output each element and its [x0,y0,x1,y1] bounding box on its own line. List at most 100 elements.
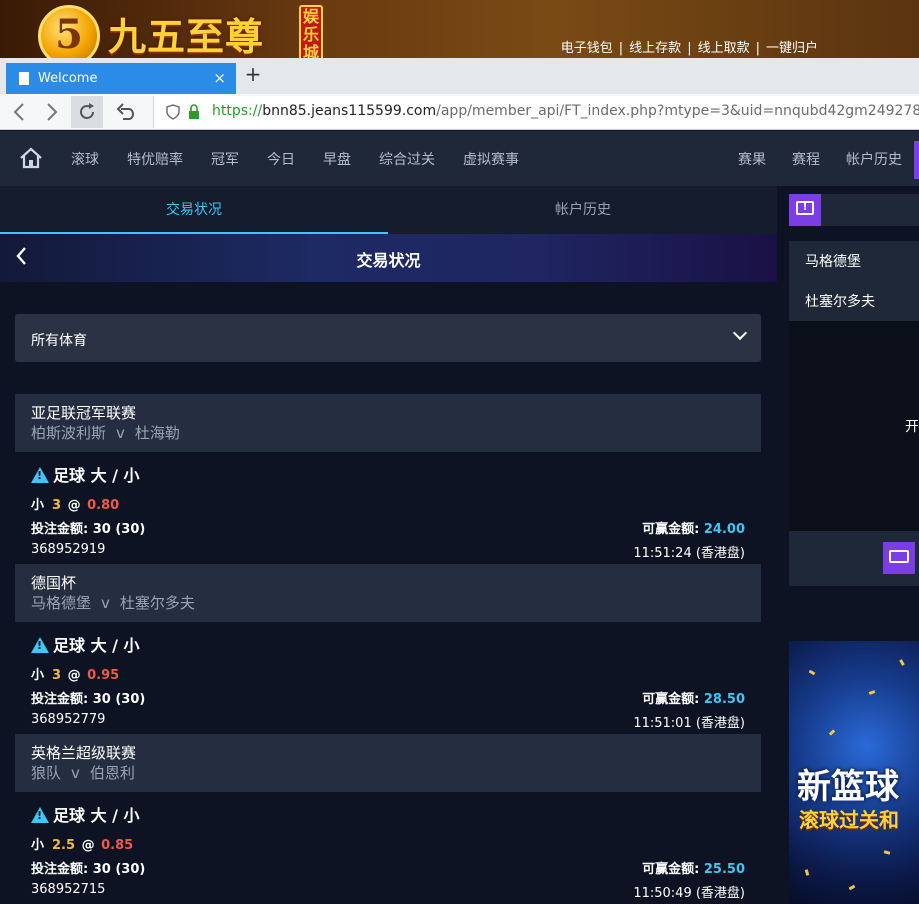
at-sign: @ [67,498,81,513]
away-team: 杜塞尔多夫 [119,594,195,612]
main-panel: 交易状况 帐户历史 交易状况 所有体育 亚足联冠军联赛 柏斯波利斯 v 杜海勒 足球… [0,186,777,904]
stake-label: 投注金额: [31,522,89,537]
bet-type-label: 足球 大 / 小 [53,806,140,825]
bet-type: 足球 大 / 小 [31,462,140,486]
nav-special-odds[interactable]: 特优赔率 [127,149,183,169]
url-text: https://bnn85.jeans115599.com/app/member… [212,103,919,119]
bet-body: 足球 大 / 小 小3 @ 0.80 投注金额: 30 (30) 可赢金额: 2… [15,452,761,564]
away-team: 杜海勒 [134,424,180,442]
logo-emblem: 5 [38,5,100,58]
nav-results[interactable]: 赛果 [738,149,766,169]
browser-tab[interactable]: Welcome × [6,63,236,94]
right-sidebar: ! 马格德堡 杜塞尔多夫 开 新篮球 滚球过关和 [789,186,919,904]
selection-side: 小 [31,498,45,513]
nav-virtual[interactable]: 虚拟赛事 [463,149,519,169]
nav-in-play[interactable]: 滚球 [71,149,99,169]
bet-selection: 小3 @ 0.80 [31,494,119,513]
sport-filter-value: 所有体育 [31,333,87,349]
close-tab-icon[interactable]: × [213,63,226,94]
logo-tag-text: 娱乐城 [302,7,319,59]
live-tv-bar [789,531,919,586]
bet-type-label: 足球 大 / 小 [53,466,140,485]
bet-card: 德国杯 马格德堡 v 杜塞尔多夫 足球 大 / 小 小3 @ 0.95 投注金额: … [15,564,761,734]
bet-list: 亚足联冠军联赛 柏斯波利斯 v 杜海勒 足球 大 / 小 小3 @ 0.80 投注金… [15,394,761,904]
nav-today[interactable]: 今日 [267,149,295,169]
nav-account-history[interactable]: 帐户历史 [846,149,902,169]
sub-tabs: 交易状况 帐户历史 [0,186,777,234]
bet-time: 11:51:01 (香港盘) [633,716,745,731]
bet-body: 足球 大 / 小 小3 @ 0.95 投注金额: 30 (30) 可赢金额: 2… [15,622,761,734]
stake-label: 投注金额: [31,862,89,877]
link-online-deposit[interactable]: 线上存款 [629,41,681,56]
bet-type: 足球 大 / 小 [31,802,140,826]
tab-title: Welcome [38,71,98,86]
stake-value: 30 (30) [92,522,146,537]
potential-win: 可赢金额: 25.50 [642,858,745,877]
tab-account-history[interactable]: 帐户历史 [389,186,777,234]
nav-parlay[interactable]: 综合过关 [379,149,435,169]
link-e-wallet[interactable]: 电子钱包 [561,41,613,56]
link-one-click-transfer[interactable]: 一键归户 [766,41,818,56]
logo-tag: 娱乐城 [299,5,323,58]
match-teams: 马格德堡 v 杜塞尔多夫 [31,593,745,614]
stake-value: 30 (30) [92,692,146,707]
odds-value: 0.85 [101,838,134,853]
bet-time: 11:50:49 (香港盘) [633,886,745,901]
vs-label: v [116,424,125,442]
report-button[interactable]: ! [789,194,821,226]
promo-subtitle: 滚球过关和 [799,808,899,832]
nav-left: 滚球 特优赔率 冠军 今日 早盘 综合过关 虚拟赛事 [71,131,547,186]
win-value: 24.00 [703,522,745,537]
match-teams: 柏斯波利斯 v 杜海勒 [31,423,745,444]
bet-type-label: 足球 大 / 小 [53,636,140,655]
handicap-line: 3 [52,668,62,683]
odds-value: 0.95 [87,668,120,683]
live-video-area: 开 [789,321,919,531]
bet-card: 亚足联冠军联赛 柏斯波利斯 v 杜海勒 足球 大 / 小 小3 @ 0.80 投注金… [15,394,761,564]
home-team: 马格德堡 [31,594,92,612]
promo-banner[interactable]: 新篮球 滚球过关和 [789,641,919,904]
league-name: 亚足联冠军联赛 [31,404,137,422]
nav-early[interactable]: 早盘 [323,149,351,169]
nav-right: 赛果 赛程 帐户历史 [712,131,902,186]
win-value: 28.50 [703,692,745,707]
bet-header: 德国杯 马格德堡 v 杜塞尔多夫 [15,564,761,622]
live-home-team: 马格德堡 [805,254,861,270]
site-security-icons [166,104,202,124]
back-arrow-icon[interactable] [3,96,35,128]
forward-arrow-icon[interactable] [36,96,68,128]
tab-transactions[interactable]: 交易状况 [0,186,388,234]
match-teams: 狼队 v 伯恩利 [31,763,745,784]
home-icon[interactable] [19,147,43,169]
bet-type: 足球 大 / 小 [31,632,140,656]
stake-amount: 投注金额: 30 (30) [31,518,145,537]
column-gap [777,186,789,904]
browser-tabstrip: Welcome × [0,58,919,94]
nav-accent-tab[interactable] [914,141,919,179]
banner-links: 电子钱包 | 线上存款 | 线上取款 | 一键归户 [560,41,818,56]
site-nav: 滚球 特优赔率 冠军 今日 早盘 综合过关 虚拟赛事 赛果 赛程 帐户历史 [0,131,919,186]
reload-icon[interactable] [71,96,103,128]
nav-outright[interactable]: 冠军 [211,149,239,169]
warning-icon [31,807,49,823]
new-tab-icon[interactable]: + [243,62,263,86]
address-bar[interactable]: https://bnn85.jeans115599.com/app/member… [153,96,919,128]
league-name: 英格兰超级联赛 [31,744,137,762]
page-title: 交易状况 [356,251,421,270]
stake-amount: 投注金额: 30 (30) [31,858,145,877]
potential-win: 可赢金额: 24.00 [642,518,745,537]
bet-card: 英格兰超级联赛 狼队 v 伯恩利 足球 大 / 小 小 2.5 @ 0.85 投注金额… [15,734,761,904]
selection-side: 小 [31,668,45,683]
nav-schedule[interactable]: 赛程 [792,149,820,169]
handicap-line: 2.5 [52,838,76,853]
sport-filter-dropdown[interactable]: 所有体育 [15,314,761,362]
win-value: 25.50 [703,862,745,877]
undo-icon[interactable] [109,96,141,128]
home-team: 柏斯波利斯 [31,424,107,442]
url-host: bnn85.jeans115599.com [262,103,437,119]
link-online-withdraw[interactable]: 线上取款 [698,41,750,56]
handicap-line: 3 [52,498,62,513]
stake-amount: 投注金额: 30 (30) [31,688,145,707]
tv-button[interactable] [883,542,915,574]
live-match-teams[interactable]: 马格德堡 杜塞尔多夫 [789,241,919,321]
